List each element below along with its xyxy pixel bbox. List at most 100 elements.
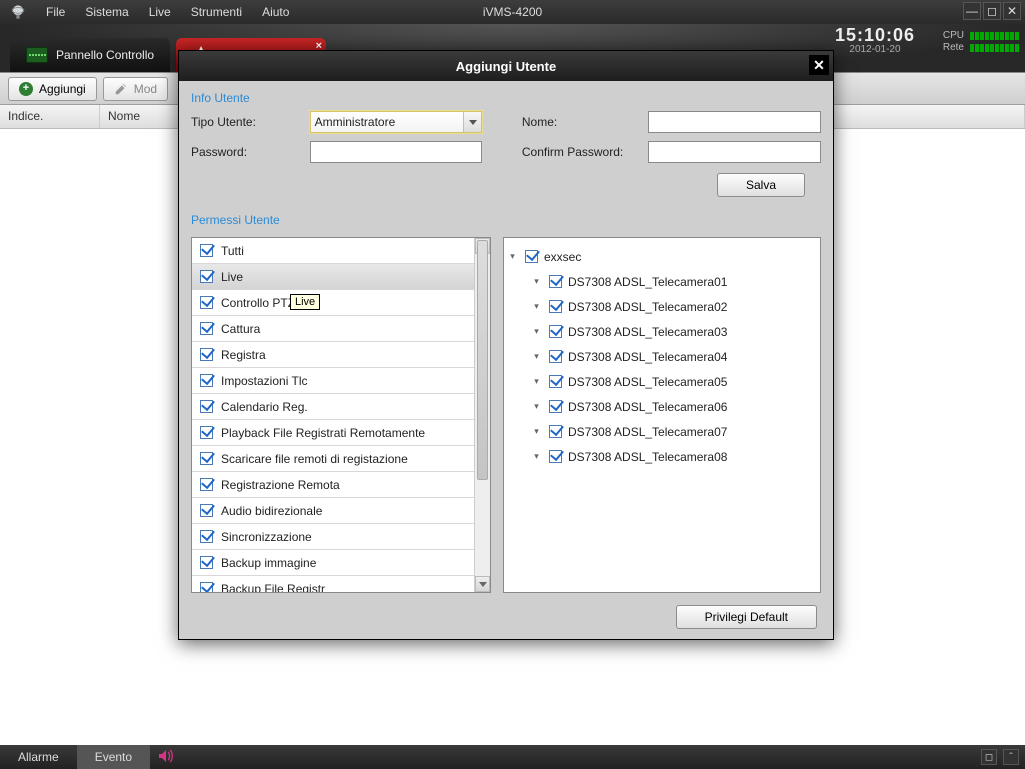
tree-item[interactable]: DS7308 ADSL_Telecamera07 [508,419,816,444]
checkbox-icon[interactable] [200,400,213,413]
perm-item[interactable]: Scaricare file remoti di registazione [192,446,490,472]
minimize-button[interactable]: — [963,2,981,20]
dialog-title-bar[interactable]: Aggiungi Utente ✕ [179,51,833,81]
device-tree[interactable]: exxsecDS7308 ADSL_Telecamera01DS7308 ADS… [504,238,820,592]
checkbox-icon[interactable] [549,350,562,363]
perm-item[interactable]: Sincronizzazione [192,524,490,550]
close-button[interactable]: ✕ [1003,2,1021,20]
tab-control-panel[interactable]: Pannello Controllo [10,38,170,72]
checkbox-icon[interactable] [200,348,213,361]
checkbox-icon[interactable] [200,244,213,257]
checkbox-icon[interactable] [200,530,213,543]
perm-item[interactable]: Registra [192,342,490,368]
perm-item[interactable]: Impostazioni Tlc [192,368,490,394]
checkbox-icon[interactable] [200,374,213,387]
save-button[interactable]: Salva [717,173,805,197]
name-input[interactable] [648,111,821,133]
tree-item[interactable]: DS7308 ADSL_Telecamera02 [508,294,816,319]
perm-item[interactable]: Audio bidirezionale [192,498,490,524]
permissions-list[interactable]: TuttiLiveControllo PTZLiveCatturaRegistr… [192,238,490,592]
add-button[interactable]: + Aggiungi [8,77,97,101]
perm-label: Registrazione Remota [221,478,340,492]
expand-icon[interactable] [508,252,517,261]
menu-strumenti[interactable]: Strumenti [181,5,252,19]
tree-item[interactable]: DS7308 ADSL_Telecamera01 [508,269,816,294]
expand-icon[interactable] [532,327,541,336]
confirm-password-input[interactable] [648,141,821,163]
expand-icon[interactable] [532,452,541,461]
perm-item[interactable]: Calendario Reg. [192,394,490,420]
devices-panel: exxsecDS7308 ADSL_Telecamera01DS7308 ADS… [503,237,821,593]
tree-item[interactable]: DS7308 ADSL_Telecamera03 [508,319,816,344]
checkbox-icon[interactable] [549,275,562,288]
perm-item[interactable]: Controllo PTZLive [192,290,490,316]
checkbox-icon[interactable] [549,325,562,338]
tree-root[interactable]: exxsec [508,244,816,269]
checkbox-icon[interactable] [200,322,213,335]
scroll-thumb[interactable] [477,240,488,480]
perm-label: Playback File Registrati Remotamente [221,426,425,440]
camera-label: DS7308 ADSL_Telecamera06 [568,400,727,414]
expand-icon[interactable] [532,352,541,361]
checkbox-icon[interactable] [200,478,213,491]
default-privileges-button[interactable]: Privilegi Default [676,605,817,629]
perm-item[interactable]: Playback File Registrati Remotamente [192,420,490,446]
checkbox-icon[interactable] [200,452,213,465]
bottom-tab-evento[interactable]: Evento [77,745,150,769]
menu-file[interactable]: File [36,5,75,19]
perm-label: Registra [221,348,266,362]
perm-item[interactable]: Backup File Registr [192,576,490,592]
tree-item[interactable]: DS7308 ADSL_Telecamera04 [508,344,816,369]
scroll-down-icon[interactable] [475,576,490,592]
dialog-close-button[interactable]: ✕ [809,55,829,75]
perm-item[interactable]: Cattura [192,316,490,342]
checkbox-icon[interactable] [525,250,538,263]
perm-item[interactable]: Registrazione Remota [192,472,490,498]
perm-item[interactable]: Backup immagine [192,550,490,576]
checkbox-icon[interactable] [200,426,213,439]
checkbox-icon[interactable] [549,300,562,313]
user-type-value: Amministratore [315,115,396,129]
expand-icon[interactable] [532,377,541,386]
modify-button[interactable]: Mod [103,77,168,101]
popup-icon[interactable]: ◻ [981,749,997,765]
expand-icon[interactable]: ˆ [1003,749,1019,765]
menu-live[interactable]: Live [139,5,181,19]
checkbox-icon[interactable] [200,582,213,592]
checkbox-icon[interactable] [549,425,562,438]
dialog-title: Aggiungi Utente [456,59,556,74]
password-input[interactable] [310,141,483,163]
checkbox-icon[interactable] [200,296,213,309]
tree-item[interactable]: DS7308 ADSL_Telecamera05 [508,369,816,394]
checkbox-icon[interactable] [549,450,562,463]
info-section-label: Info Utente [179,81,833,111]
expand-icon[interactable] [532,302,541,311]
scrollbar[interactable] [474,238,490,592]
grid-icon [26,47,48,63]
clock: 15:10:06 2012-01-20 [835,26,915,55]
perm-item[interactable]: Tutti [192,238,490,264]
perm-item[interactable]: Live [192,264,490,290]
tooltip: Live [290,294,320,310]
expand-icon[interactable] [532,402,541,411]
perm-label: Backup immagine [221,556,316,570]
clock-date: 2012-01-20 [835,44,915,55]
checkbox-icon[interactable] [200,504,213,517]
sound-icon[interactable] [158,749,174,766]
menu-aiuto[interactable]: Aiuto [252,5,299,19]
expand-icon[interactable] [532,427,541,436]
checkbox-icon[interactable] [549,375,562,388]
user-type-select[interactable]: Amministratore [310,111,483,133]
expand-icon[interactable] [532,277,541,286]
menu-sistema[interactable]: Sistema [75,5,138,19]
checkbox-icon[interactable] [549,400,562,413]
tree-item[interactable]: DS7308 ADSL_Telecamera08 [508,444,816,469]
bottom-tab-allarme[interactable]: Allarme [0,745,77,769]
maximize-button[interactable]: ◻ [983,2,1001,20]
perm-section-label: Permessi Utente [179,203,833,233]
checkbox-icon[interactable] [200,556,213,569]
col-index[interactable]: Indice. [0,105,100,128]
checkbox-icon[interactable] [200,270,213,283]
tree-item[interactable]: DS7308 ADSL_Telecamera06 [508,394,816,419]
password-label: Password: [191,145,298,159]
